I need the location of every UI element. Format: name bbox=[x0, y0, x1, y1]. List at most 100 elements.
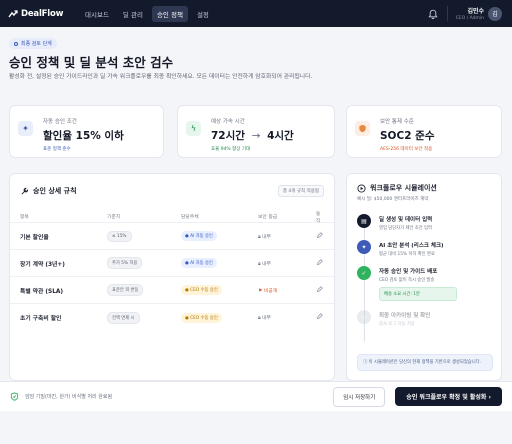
bottom-action-bar: 암암 기밀(마진, 원가) 비식별 처리 완료됨 임시 저장하기 승인 워크플로… bbox=[0, 381, 512, 411]
value-from: 72시간 bbox=[211, 130, 245, 142]
owner-pill: ● CEO 수동 승인 bbox=[181, 285, 222, 295]
workflow-step: ▤ 딜 생성 및 데이터 입력 영업 담당자가 제안 조건 입력 bbox=[357, 214, 491, 231]
circle-icon bbox=[14, 41, 18, 46]
step-result-box: 배송 소요 시간: 1분 bbox=[379, 287, 457, 301]
rule-item: 초기 구축비 할인 bbox=[20, 316, 62, 322]
sparkle-icon: ✦ bbox=[18, 121, 33, 136]
rule-item: 특별 약관 (SLA) bbox=[20, 288, 64, 295]
user-menu[interactable]: 김민수 CEO / Admin 김 bbox=[446, 6, 502, 21]
stat-label: 예상 가속 시간 bbox=[211, 119, 245, 125]
tab-approval-policy[interactable]: 승인 정책 bbox=[151, 5, 188, 22]
user-role: CEO / Admin bbox=[455, 16, 484, 21]
owner-pill: ● AI 자동 승인 bbox=[181, 231, 217, 241]
workflow-title: 워크플로우 시뮬레이션 bbox=[370, 184, 437, 192]
step-desc: 영업 담당자가 제안 조건 입력 bbox=[379, 226, 432, 231]
chevron-right-icon: › bbox=[488, 394, 491, 401]
table-row: 특별 약관 (SLA) 표준안 외 변동 ● CEO 수동 승인 ⚑ 비공개 bbox=[10, 277, 334, 304]
rules-count-button[interactable]: 총 4개 규칙 적용됨 bbox=[277, 185, 324, 197]
tab-dashboard[interactable]: 대시보드 bbox=[80, 6, 114, 22]
stat-value: 72시간 → 4시간 bbox=[211, 128, 294, 143]
table-row: 기본 할인율 ≤ 15% ● AI 자동 승인 🔒︎ 내부 bbox=[10, 223, 334, 250]
save-draft-button[interactable]: 임시 저장하기 bbox=[333, 386, 386, 407]
col-item: 항목 bbox=[20, 215, 29, 220]
workflow-step: ✓ 자동 승인 및 가이드 배포 CEO 검토 없이 즉시 승인 발송 배송 소… bbox=[357, 266, 491, 301]
step-desc: CEO 검토 없이 즉시 승인 발송 bbox=[379, 278, 435, 283]
page-description: 활성화 전, 설정된 승인 가이드라인과 딜 가속 워크플로우를 최종 확인하세… bbox=[9, 74, 313, 80]
rule-item: 장기 계약 (3년+) bbox=[20, 261, 65, 268]
step-title: AI 초안 분석 (리스크 체크) bbox=[379, 243, 444, 249]
arrow-right-icon: → bbox=[251, 130, 261, 142]
nav-right: 김민수 CEO / Admin 김 bbox=[428, 6, 502, 21]
top-navbar: DealFlow 대시보드 딜 관리 승인 정책 설정 김민수 CEO / Ad… bbox=[0, 0, 512, 27]
security-level: 🔒︎ 내부 bbox=[258, 261, 271, 267]
stat-card-acceleration: ϟ 예상 가속 시간 72시간 → 4시간 효율 94% 향상 기대 bbox=[177, 105, 335, 158]
privacy-notice: 암암 기밀(마진, 원가) 비식별 처리 완료됨 bbox=[10, 392, 112, 401]
document-icon: ▤ bbox=[357, 214, 371, 228]
stat-card-auto-approval: ✦ 자동 승인 조건 할인율 15% 이하 표준 정책 준수 bbox=[9, 105, 164, 158]
threshold-pill: 표준안 외 변동 bbox=[107, 284, 144, 296]
col-action: 동작 bbox=[316, 211, 321, 224]
workflow-step: ▭ 최종 아카이빙 및 확인 감사 로그 자동 저장 bbox=[357, 310, 491, 327]
page-title: 승인 정책 및 딜 분석 초안 검수 bbox=[9, 55, 174, 70]
tab-settings[interactable]: 설정 bbox=[192, 6, 214, 22]
workflow-step: ✦ AI 초안 분석 (리스크 체크) 평균 대비 15% 이하 확인 완료 bbox=[357, 240, 491, 257]
col-owner: 담당주체 bbox=[181, 215, 199, 220]
stat-sub: 효율 94% 향상 기대 bbox=[211, 147, 251, 152]
threshold-pill: 추가 5% 허용 bbox=[107, 257, 143, 269]
table-header: 항목 기준치 담당주체 보안 등급 동작 bbox=[10, 211, 334, 224]
check-icon: ✓ bbox=[357, 266, 371, 280]
table-row: 초기 구축비 할인 전액 면제 시 ● CEO 수동 승인 🔒︎ 내부 bbox=[10, 304, 334, 331]
owner-pill: ● CEO 수동 승인 bbox=[181, 312, 222, 323]
edit-icon[interactable] bbox=[316, 231, 323, 239]
trend-arrow-icon bbox=[8, 9, 18, 17]
shield-icon bbox=[355, 121, 370, 136]
stat-sub: 표준 정책 준수 bbox=[43, 147, 71, 152]
step-title: 최종 아카이빙 및 확인 bbox=[379, 313, 431, 319]
nav-tabs: 대시보드 딜 관리 승인 정책 설정 bbox=[80, 5, 218, 22]
lightning-icon: ϟ bbox=[186, 121, 201, 136]
stat-sub: AES-256 데이터 보안 적용 bbox=[380, 147, 433, 152]
logo[interactable]: DealFlow bbox=[8, 9, 70, 19]
avatar[interactable]: 김 bbox=[488, 6, 502, 21]
workflow-simulation-card: 워크플로우 시뮬레이션 예시 딜: $50,000 엔터프라이즈 계약 ▤ 딜 … bbox=[346, 173, 502, 381]
step-title: 딜 생성 및 데이터 입력 bbox=[379, 217, 433, 223]
stage-badge: 최종 검토 단계 bbox=[9, 38, 57, 49]
threshold-pill: 전액 면제 시 bbox=[107, 311, 140, 324]
table-row: 장기 계약 (3년+) 추가 5% 허용 ● AI 자동 승인 🔒︎ 내부 bbox=[10, 250, 334, 277]
app-name: DealFlow bbox=[21, 8, 64, 19]
archive-icon: ▭ bbox=[357, 310, 371, 324]
stat-label: 보안 통제 수준 bbox=[380, 119, 414, 125]
stat-value: SOC2 준수 bbox=[380, 130, 435, 142]
shield-check-icon bbox=[10, 392, 19, 401]
rules-title: 승인 상세 규칙 bbox=[33, 187, 77, 195]
workflow-steps: ▤ 딜 생성 및 데이터 입력 영업 담당자가 제안 조건 입력 ✦ AI 초안… bbox=[357, 214, 491, 342]
stat-card-security: 보안 통제 수준 SOC2 준수 AES-256 데이터 보안 적용 bbox=[346, 105, 502, 158]
rule-item: 기본 할인율 bbox=[20, 234, 49, 241]
edit-icon[interactable] bbox=[316, 285, 323, 293]
privacy-notice-text: 암암 기밀(마진, 원가) 비식별 처리 완료됨 bbox=[25, 394, 113, 400]
tools-icon bbox=[21, 187, 29, 195]
tab-deals[interactable]: 딜 관리 bbox=[118, 6, 148, 22]
col-threshold: 기준치 bbox=[107, 215, 121, 220]
stage-label: 최종 검토 단계 bbox=[21, 41, 52, 47]
value-to: 4시간 bbox=[267, 130, 294, 142]
security-level: 🔒︎ 내부 bbox=[258, 234, 271, 240]
stat-label: 자동 승인 조건 bbox=[43, 119, 77, 125]
stat-value: 할인율 15% 이하 bbox=[43, 130, 124, 142]
owner-pill: ● AI 자동 승인 bbox=[181, 258, 217, 268]
play-circle-icon bbox=[357, 183, 366, 193]
threshold-pill: ≤ 15% bbox=[107, 230, 132, 242]
step-desc: 평균 대비 15% 이하 확인 완료 bbox=[379, 252, 435, 257]
robot-icon: ✦ bbox=[357, 240, 371, 254]
edit-icon[interactable] bbox=[316, 313, 323, 320]
workflow-subtitle: 예시 딜: $50,000 엔터프라이즈 계약 bbox=[357, 197, 429, 202]
col-security: 보안 등급 bbox=[258, 215, 278, 220]
confirm-activate-button[interactable]: 승인 워크플로우 확정 및 활성화 › bbox=[395, 387, 502, 406]
simulation-note: ⓘ 이 시뮬레이션은 당신의 현재 정책을 기반으로 생성되었습니다. bbox=[357, 354, 493, 371]
bell-icon[interactable] bbox=[428, 9, 438, 19]
approval-rules-card: 승인 상세 규칙 총 4개 규칙 적용됨 항목 기준치 담당주체 보안 등급 동… bbox=[9, 173, 335, 381]
security-level: ⚑ 비공개 bbox=[258, 288, 278, 294]
security-level: 🔒︎ 내부 bbox=[258, 316, 271, 321]
edit-icon[interactable] bbox=[316, 258, 323, 266]
user-name: 김민수 bbox=[467, 8, 484, 15]
